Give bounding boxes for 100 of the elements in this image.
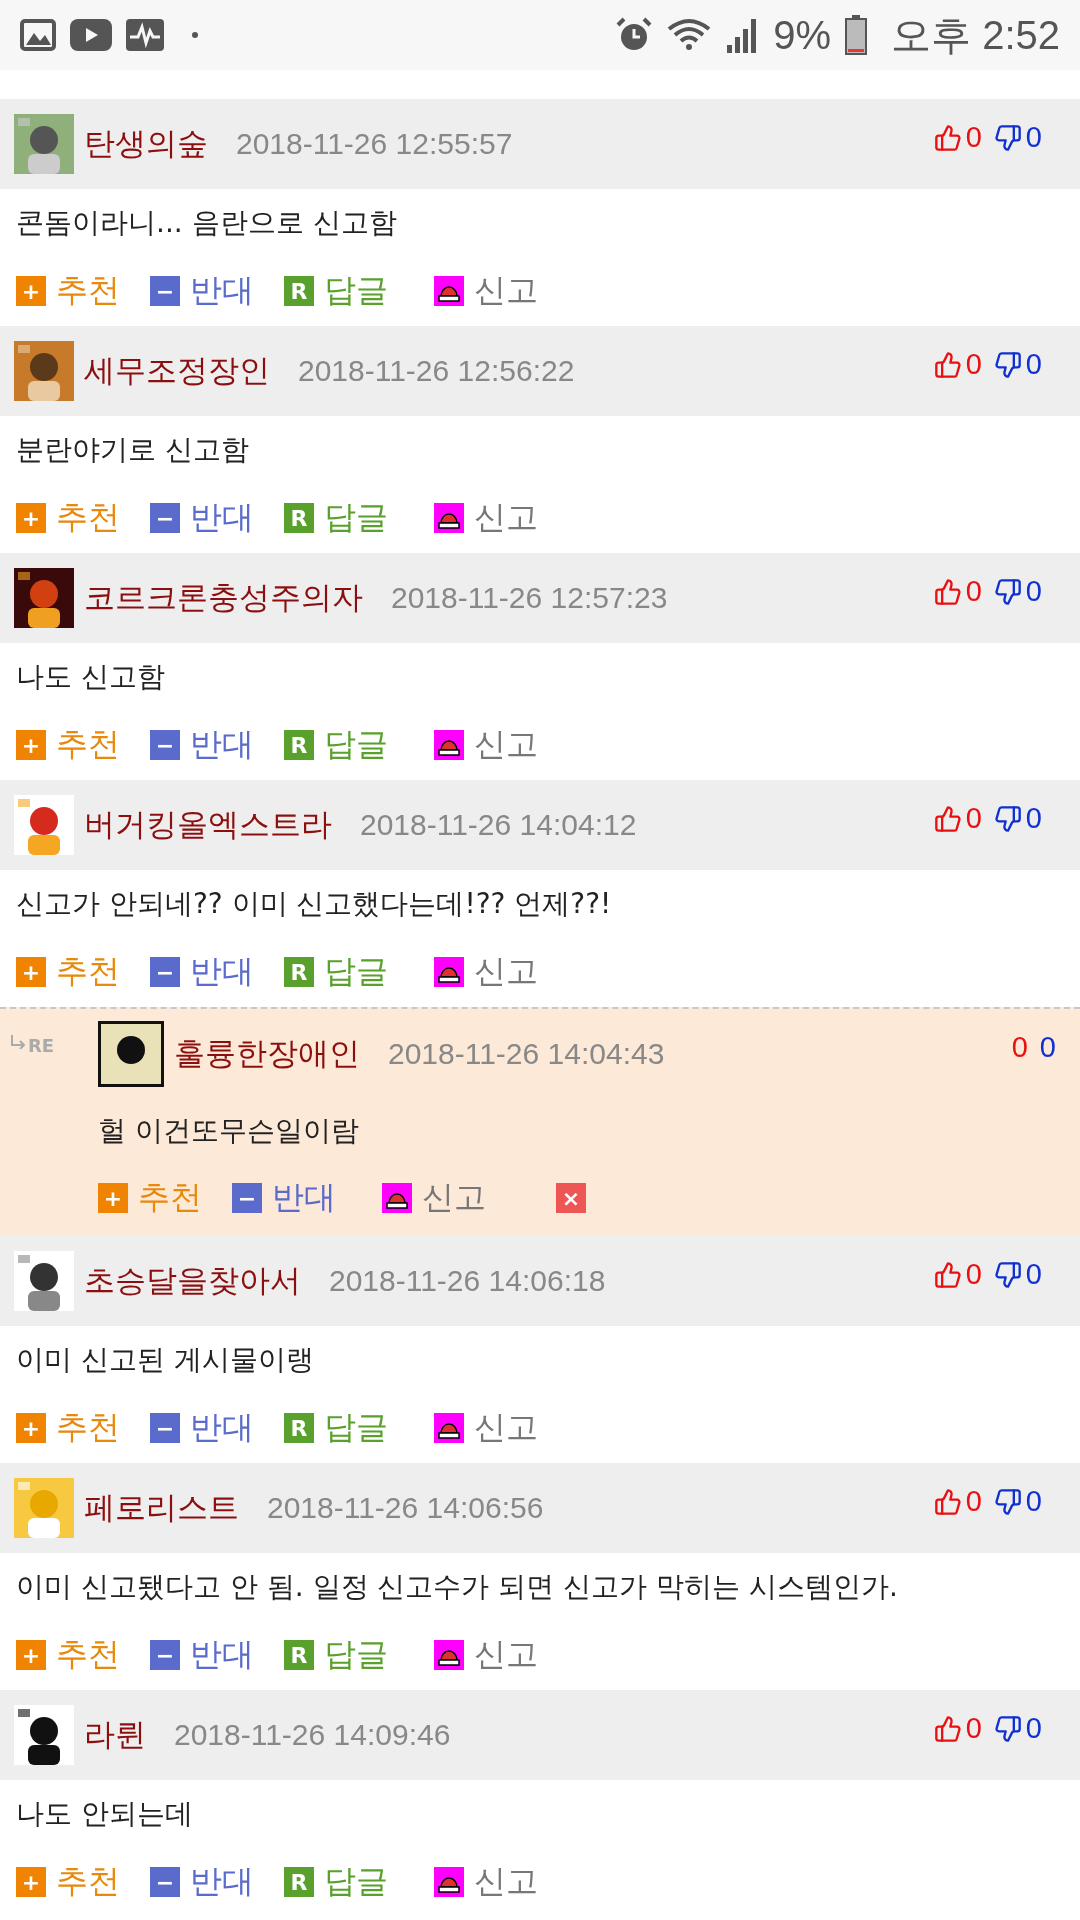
comment-text: 나도 안되는데 (15, 1795, 194, 1832)
report-button[interactable]: 신고 (434, 269, 538, 313)
thumbs-down-icon[interactable] (993, 1487, 1022, 1516)
report-button[interactable]: 신고 (434, 950, 538, 994)
thumbs-up-icon[interactable] (933, 577, 962, 606)
up-button[interactable]: + 추천 (16, 1633, 120, 1677)
reply-icon: R (284, 276, 314, 306)
nickname[interactable]: 페로리스트 (84, 1487, 239, 1529)
reply-button[interactable]: R 답글 (284, 950, 388, 994)
comment-date: 2018-11-26 12:56:22 (298, 354, 575, 388)
nickname[interactable]: 훌륭한장애인 (174, 1033, 360, 1075)
thumbs-up-icon[interactable] (933, 1487, 962, 1516)
downvote-count: 0 (1039, 1031, 1056, 1064)
report-button[interactable]: 신고 (434, 496, 538, 540)
down-button[interactable]: − 반대 (150, 1633, 254, 1677)
siren-icon (434, 957, 464, 987)
downvote-count: 0 (1025, 1258, 1042, 1291)
minus-icon: − (150, 1413, 180, 1443)
minus-icon: − (150, 957, 180, 987)
reply-button[interactable]: R 답글 (284, 723, 388, 767)
nickname[interactable]: 코르크론충성주의자 (84, 577, 363, 619)
battery-percentage: 9% (773, 12, 832, 58)
comment-date: 2018-11-26 14:06:18 (329, 1264, 606, 1298)
up-button[interactable]: + 추천 (16, 1860, 120, 1904)
down-button[interactable]: − 반대 (232, 1176, 336, 1220)
report-button[interactable]: 신고 (434, 1406, 538, 1450)
down-button[interactable]: − 반대 (150, 269, 254, 313)
comment-date: 2018-11-26 14:06:56 (267, 1491, 544, 1525)
up-button[interactable]: + 추천 (16, 950, 120, 994)
reply-button[interactable]: R 답글 (284, 1633, 388, 1677)
upvote-count: 0 (965, 575, 982, 608)
thumbs-down-icon[interactable] (993, 577, 1022, 606)
plus-icon: + (16, 730, 46, 760)
nickname[interactable]: 세무조정장인 (84, 350, 270, 392)
nickname[interactable]: 초승달을찾아서 (84, 1260, 301, 1302)
downvote-count: 0 (1025, 1712, 1042, 1745)
minus-icon: − (150, 503, 180, 533)
comment-text: 헐 이건또무슨일이람 (98, 1113, 360, 1149)
down-button[interactable]: − 반대 (150, 723, 254, 767)
nickname[interactable]: 탄생의숲 (84, 123, 208, 165)
thumbs-down-icon[interactable] (993, 350, 1022, 379)
down-button[interactable]: − 반대 (150, 496, 254, 540)
thumbs-down-icon[interactable] (993, 1714, 1022, 1743)
up-button[interactable]: + 추천 (16, 496, 120, 540)
minus-icon: − (232, 1183, 262, 1213)
clock: 오후 2:52 (891, 11, 1060, 59)
nickname[interactable]: 버거킹올엑스트라 (84, 804, 332, 846)
reply-icon: R (284, 1413, 314, 1443)
minus-icon: − (150, 730, 180, 760)
reply-button[interactable]: R 답글 (284, 1406, 388, 1450)
down-button[interactable]: − 반대 (150, 1406, 254, 1450)
thumbs-down-icon[interactable] (993, 123, 1022, 152)
downvote-count: 0 (1025, 348, 1042, 381)
plus-icon: + (16, 503, 46, 533)
comment-text: 이미 신고된 게시물이랭 (15, 1341, 315, 1378)
thumbs-up-icon[interactable] (933, 350, 962, 379)
report-button[interactable]: 신고 (434, 1860, 538, 1904)
minus-icon: − (150, 276, 180, 306)
comment-text: 분란야기로 신고함 (15, 431, 250, 468)
thumbs-down-icon[interactable] (993, 804, 1022, 833)
reply-icon: R (284, 1867, 314, 1897)
siren-icon (434, 1640, 464, 1670)
reply-button[interactable]: R 답글 (284, 269, 388, 313)
upvote-count: 0 (965, 1258, 982, 1291)
comment-text: 콘돔이라니... 음란으로 신고함 (15, 204, 398, 241)
reply-icon: R (284, 730, 314, 760)
report-button[interactable]: 신고 (434, 1633, 538, 1677)
reply-arrow-icon (10, 1035, 26, 1049)
thumbs-up-icon[interactable] (933, 1260, 962, 1289)
upvote-count: 0 (965, 802, 982, 835)
thumbs-up-icon[interactable] (933, 123, 962, 152)
plus-icon: + (98, 1183, 128, 1213)
up-button[interactable]: + 추천 (16, 723, 120, 767)
reply-button[interactable]: R 답글 (284, 1860, 388, 1904)
downvote-count: 0 (1025, 575, 1042, 608)
thumbs-down-icon[interactable] (993, 1260, 1022, 1289)
up-button[interactable]: + 추천 (98, 1176, 202, 1220)
up-button[interactable]: + 추천 (16, 1406, 120, 1450)
down-button[interactable]: − 반대 (150, 950, 254, 994)
thumbs-up-icon[interactable] (933, 1714, 962, 1743)
minus-icon: − (150, 1640, 180, 1670)
delete-button[interactable]: × (556, 1183, 586, 1213)
comment-text: 나도 신고함 (15, 658, 166, 695)
reply-button[interactable]: R 답글 (284, 496, 388, 540)
image-icon (20, 19, 56, 51)
siren-icon (434, 730, 464, 760)
dot-icon (192, 32, 198, 38)
siren-icon (382, 1183, 412, 1213)
thumbs-up-icon[interactable] (933, 804, 962, 833)
downvote-count: 0 (1025, 1485, 1042, 1518)
report-button[interactable]: 신고 (382, 1176, 486, 1220)
plus-icon: + (16, 1640, 46, 1670)
upvote-count: 0 (965, 1485, 982, 1518)
plus-icon: + (16, 957, 46, 987)
up-button[interactable]: + 추천 (16, 269, 120, 313)
down-button[interactable]: − 반대 (150, 1860, 254, 1904)
nickname[interactable]: 라륀 (84, 1714, 146, 1756)
comment-date: 2018-11-26 14:09:46 (174, 1718, 451, 1752)
siren-icon (434, 276, 464, 306)
report-button[interactable]: 신고 (434, 723, 538, 767)
